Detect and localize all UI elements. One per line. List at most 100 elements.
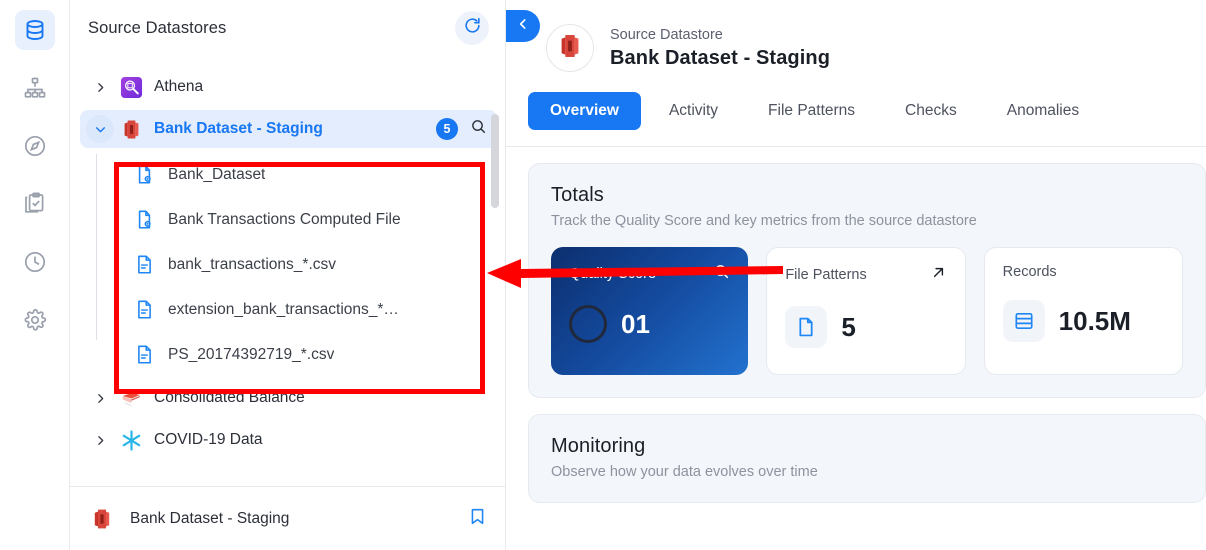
- databricks-icon: [118, 385, 144, 411]
- child-row-bank-dataset[interactable]: Bank_Dataset: [70, 152, 505, 197]
- source-datastores-sidebar: Source Datastores Athena Bank Dataset - …: [70, 0, 506, 550]
- chevron-down-icon[interactable]: [86, 115, 114, 143]
- chevron-left-icon: [516, 17, 530, 36]
- datastore-children: Bank_Dataset Bank Transactions Computed …: [70, 152, 505, 377]
- computed-file-icon: [132, 164, 156, 185]
- child-row-bank-transactions-computed-file[interactable]: Bank Transactions Computed File: [70, 197, 505, 242]
- sitemap-icon: [23, 76, 47, 100]
- collapse-sidebar-button[interactable]: [506, 10, 540, 42]
- bookmark-button[interactable]: [468, 507, 487, 531]
- datastore-tree: Athena Bank Dataset - Staging 5 Bank_Dat…: [70, 56, 505, 486]
- metric-file-patterns[interactable]: File Patterns 5: [766, 247, 966, 375]
- file-icon: [132, 299, 156, 320]
- rail-item-history[interactable]: [15, 242, 55, 282]
- rail-item-settings[interactable]: [15, 300, 55, 340]
- metric-body: 01: [569, 305, 730, 343]
- monitoring-title: Monitoring: [551, 435, 646, 457]
- tree-label: COVID-19 Data: [154, 431, 263, 448]
- tab-activity[interactable]: Activity: [647, 92, 740, 130]
- refresh-button[interactable]: [455, 11, 489, 45]
- metric-head: File Patterns: [785, 264, 946, 286]
- sidebar-title: Source Datastores: [88, 18, 227, 37]
- metric-label: Records: [1002, 264, 1057, 280]
- chevron-right-icon[interactable]: [110, 214, 132, 226]
- rail-item-lineage[interactable]: [15, 68, 55, 108]
- tree-search-button[interactable]: [470, 118, 487, 140]
- chevron-right-icon[interactable]: [86, 384, 114, 412]
- sidebar-header: Source Datastores: [70, 0, 505, 56]
- clipboard-check-icon: [23, 192, 47, 216]
- sidebar-footer[interactable]: Bank Dataset - Staging: [70, 486, 505, 550]
- tree-row-bank-dataset-staging[interactable]: Bank Dataset - Staging 5: [80, 110, 497, 148]
- records-icon: [1002, 300, 1045, 342]
- tree-row-athena[interactable]: Athena: [80, 68, 497, 106]
- tab-overview[interactable]: Overview: [528, 92, 641, 130]
- file-icon: [132, 344, 156, 365]
- breadcrumb: Source Datastore: [610, 27, 723, 43]
- chevron-right-icon[interactable]: [110, 349, 132, 361]
- tree-row-covid-19-data[interactable]: COVID-19 Data: [80, 421, 497, 459]
- metric-label: Quality Score: [569, 266, 657, 282]
- child-row-ps-csv[interactable]: PS_20174392719_*.csv: [70, 332, 505, 377]
- left-icon-rail: [0, 0, 70, 550]
- metric-records[interactable]: Records 10.5M: [983, 247, 1183, 375]
- tree-label: Bank Dataset - Staging: [154, 120, 323, 137]
- page-title: Bank Dataset - Staging: [610, 47, 831, 69]
- child-label: bank_transactions_*.csv: [168, 255, 337, 273]
- metric-head: Records: [1003, 264, 1164, 280]
- monitoring-subtitle: Observe how your data evolves over time: [551, 464, 818, 480]
- metric-value: 10.5M: [1058, 305, 1131, 336]
- chevron-right-icon[interactable]: [110, 169, 132, 181]
- clock-icon: [23, 250, 47, 274]
- tab-checks[interactable]: Checks: [883, 92, 979, 130]
- sidebar-footer-label: Bank Dataset - Staging: [130, 509, 290, 527]
- metric-quality-score[interactable]: Quality Score 01: [551, 247, 749, 375]
- avatar: [546, 24, 594, 72]
- search-icon[interactable]: [713, 263, 730, 285]
- tree-row-consolidated-balance[interactable]: Consolidated Balance: [80, 379, 497, 417]
- redshift-icon: [88, 507, 116, 531]
- chevron-right-icon[interactable]: [110, 259, 132, 271]
- file-icon: [785, 306, 828, 348]
- tree-label: Consolidated Balance: [154, 389, 305, 406]
- rail-item-explore[interactable]: [15, 126, 55, 166]
- child-row-extension-bank-transactions[interactable]: extension_bank_transactions_*…: [70, 287, 505, 332]
- chevron-right-icon[interactable]: [86, 73, 114, 101]
- sidebar-scrollbar[interactable]: [491, 108, 499, 486]
- monitoring-card: Monitoring Observe how your data evolves…: [528, 414, 1206, 503]
- athena-icon: [118, 74, 144, 100]
- tab-anomalies[interactable]: Anomalies: [985, 92, 1101, 130]
- child-count-badge: 5: [436, 118, 458, 140]
- search-icon: [470, 118, 487, 140]
- tree-label: Athena: [154, 78, 204, 95]
- rail-item-checks[interactable]: [15, 184, 55, 224]
- child-row-bank-transactions-csv[interactable]: bank_transactions_*.csv: [70, 242, 505, 287]
- metrics-row: Quality Score 01 File Patterns 5 Records…: [551, 247, 1183, 375]
- sidebar-scrollbar-thumb[interactable]: [491, 114, 499, 208]
- tree-guide-line: [96, 154, 97, 340]
- chevron-right-icon[interactable]: [110, 304, 132, 316]
- computed-file-icon: [132, 209, 156, 230]
- tab-file-patterns[interactable]: File Patterns: [746, 92, 877, 130]
- child-label: Bank_Dataset: [168, 165, 266, 183]
- bookmark-icon: [468, 507, 487, 531]
- file-icon: [132, 254, 156, 275]
- redshift-icon: [556, 32, 584, 65]
- compass-icon: [23, 134, 47, 158]
- chevron-right-icon[interactable]: [86, 426, 114, 454]
- score-ring-icon: [569, 305, 607, 343]
- datastore-header: Source Datastore Bank Dataset - Staging: [506, 0, 1206, 72]
- metric-body: 5: [785, 306, 946, 348]
- gear-icon: [23, 308, 47, 332]
- metric-label: File Patterns: [785, 267, 867, 283]
- child-label: extension_bank_transactions_*…: [168, 300, 399, 318]
- tab-bar: Overview Activity File Patterns Checks A…: [506, 72, 1206, 130]
- arrow-up-right-icon[interactable]: [930, 264, 947, 286]
- snowflake-icon: [118, 427, 144, 453]
- main-panel: Source Datastore Bank Dataset - Staging …: [506, 0, 1206, 550]
- metric-value: 01: [621, 308, 650, 339]
- child-label: PS_20174392719_*.csv: [168, 345, 335, 363]
- redshift-icon: [118, 116, 144, 142]
- rail-item-datastores[interactable]: [14, 10, 55, 50]
- totals-card: Totals Track the Quality Score and key m…: [528, 163, 1206, 398]
